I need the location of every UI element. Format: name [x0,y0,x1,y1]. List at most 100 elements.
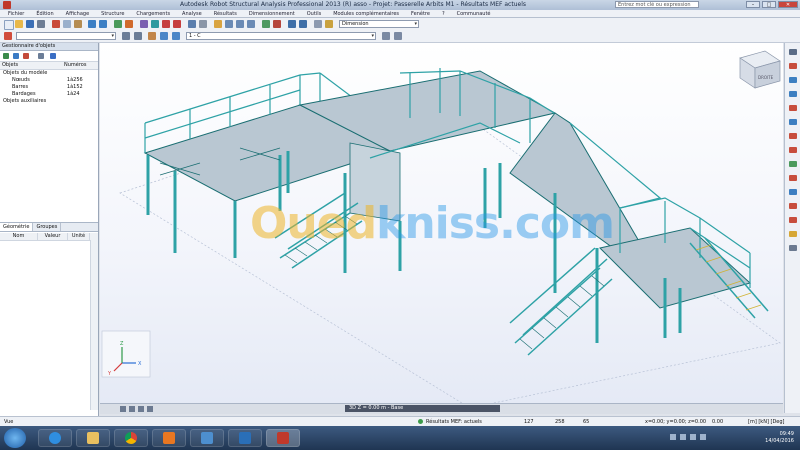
open-folder-icon[interactable] [15,20,23,28]
zoom-all-icon[interactable] [247,20,255,28]
taskbar-robot[interactable] [266,429,300,447]
view-xz-icon[interactable] [299,20,307,28]
minimize-button[interactable]: – [746,1,760,8]
properties-icon[interactable] [172,32,180,40]
snap-icon[interactable] [147,406,153,412]
section-icon[interactable] [188,20,196,28]
mesh-tool-icon[interactable] [789,231,797,237]
menu-loads[interactable]: Chargements [130,10,176,17]
release-tool-icon[interactable] [789,161,797,167]
cut-icon[interactable] [52,20,60,28]
start-button[interactable] [4,428,26,448]
redo-icon[interactable] [99,20,107,28]
menu-structure[interactable]: Structure [95,10,130,17]
load-icon[interactable] [214,20,222,28]
column-tool-icon[interactable] [789,105,797,111]
tab-geometry[interactable]: Géométrie [0,223,34,231]
model-viewport[interactable]: DROITE X Y Z Ouedkniss.com [100,43,783,413]
menu-file[interactable]: Fichier [2,10,30,17]
menu-window[interactable]: Fenêtre [405,10,436,17]
select-icon[interactable] [122,32,130,40]
case-select[interactable]: 1 - C [186,32,376,40]
tree-row[interactable]: Bardages 1à24 [0,91,98,98]
clock[interactable]: 09:49 14/04/2016 [765,431,794,445]
prev-view-icon[interactable] [120,406,126,412]
taskbar-chrome[interactable] [114,429,148,447]
zoom-window-icon[interactable] [236,20,244,28]
section-tool-icon[interactable] [789,133,797,139]
solid-tool-icon[interactable] [789,245,797,251]
property-scrollbar[interactable] [90,240,98,410]
pointer-icon[interactable] [4,32,12,40]
find-icon[interactable] [38,53,44,59]
paste-icon[interactable] [74,20,82,28]
menu-view[interactable]: Affichage [60,10,96,17]
language-icon[interactable] [700,434,706,440]
robot-app-icon[interactable] [3,1,11,9]
panel-tool-icon[interactable] [789,147,797,153]
cable-tool-icon[interactable] [789,203,797,209]
taskbar-ie[interactable] [38,429,72,447]
filter-icon[interactable] [134,32,142,40]
attributes-icon[interactable] [325,20,333,28]
bar-tool-icon[interactable] [789,77,797,83]
zoom-icon[interactable] [225,20,233,28]
next-view-icon[interactable] [129,406,135,412]
prev-case-icon[interactable] [394,32,402,40]
tab-groups[interactable]: Groupes [33,223,62,231]
tree-row[interactable]: Nœuds 1à256 [0,77,98,84]
tree-row[interactable]: Objets du modèle [0,70,98,77]
taskbar-app[interactable] [190,429,224,447]
volume-icon[interactable] [690,434,696,440]
layers-icon[interactable] [160,32,168,40]
rotate-icon[interactable] [273,20,281,28]
display-icon[interactable] [314,20,322,28]
palette-icon[interactable] [789,49,797,55]
results-icon[interactable] [125,20,133,28]
menu-help[interactable]: ? [436,10,451,17]
menu-analysis[interactable]: Analyse [176,10,208,17]
pan-icon[interactable] [262,20,270,28]
offset-tool-icon[interactable] [789,175,797,181]
close-button[interactable]: ✕ [778,1,798,8]
grid-icon[interactable] [138,406,144,412]
selection-filter[interactable] [16,32,116,40]
next-case-icon[interactable] [382,32,390,40]
filter-icon[interactable] [3,53,9,59]
support-tool-icon[interactable] [789,119,797,125]
material-icon[interactable] [199,20,207,28]
support-icon[interactable] [162,20,170,28]
load-tool-icon[interactable] [789,189,797,195]
delete-icon[interactable] [23,53,29,59]
node-icon[interactable] [140,20,148,28]
menu-design[interactable]: Dimensionnement [243,10,301,17]
view-cube[interactable]: DROITE [739,50,781,89]
view-plane-tab[interactable]: 3D Z = 0.00 m - Base [345,405,500,412]
menu-tools[interactable]: Outils [301,10,327,17]
taskbar-media[interactable] [152,429,186,447]
arc-icon[interactable] [173,20,181,28]
calculate-icon[interactable] [114,20,122,28]
network-icon[interactable] [680,434,686,440]
bar-icon[interactable] [151,20,159,28]
menu-community[interactable]: Communauté [451,10,497,17]
sort-icon[interactable] [13,53,19,59]
print-icon[interactable] [37,20,45,28]
menu-addins[interactable]: Modules complémentaires [327,10,405,17]
maximize-button[interactable]: □ [762,1,776,8]
tree-row[interactable]: Barres 1à152 [0,84,98,91]
opening-tool-icon[interactable] [789,217,797,223]
beam-tool-icon[interactable] [789,91,797,97]
info-icon[interactable] [50,53,56,59]
node-tool-icon[interactable] [789,63,797,69]
taskbar-app[interactable] [228,429,262,447]
tree-row[interactable]: Objets auxiliaires [0,98,98,105]
help-search-input[interactable]: Entrez mot clé ou expression [615,1,699,8]
menu-edit[interactable]: Édition [30,10,59,17]
undo-icon[interactable] [88,20,96,28]
taskbar-explorer[interactable] [76,429,110,447]
pen-icon[interactable] [148,32,156,40]
new-file-icon[interactable] [4,20,14,30]
menu-results[interactable]: Résultats [208,10,243,17]
view-select[interactable]: Dimension [339,20,419,28]
